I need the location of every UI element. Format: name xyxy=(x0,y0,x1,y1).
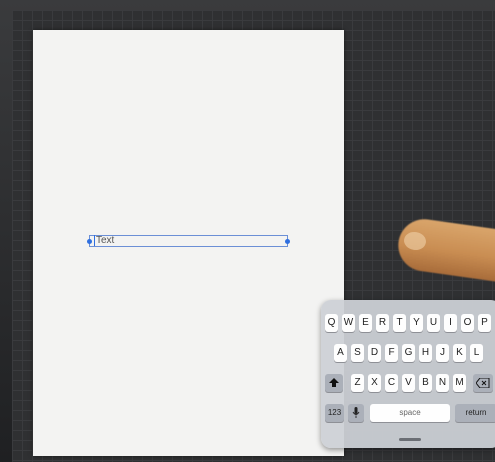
key-l[interactable]: L xyxy=(470,344,483,362)
key-c[interactable]: C xyxy=(385,374,398,392)
space-bar[interactable]: space xyxy=(370,404,450,422)
text-box-content[interactable]: Text xyxy=(96,235,114,247)
numbers-key[interactable]: 123 xyxy=(325,404,344,422)
right-resize-handle[interactable] xyxy=(285,239,290,244)
key-b[interactable]: B xyxy=(419,374,432,392)
keyboard-row-4: 123 space return xyxy=(321,404,495,422)
key-i[interactable]: I xyxy=(444,314,457,332)
key-q[interactable]: Q xyxy=(325,314,338,332)
key-s[interactable]: S xyxy=(351,344,364,362)
key-h[interactable]: H xyxy=(419,344,432,362)
keyboard-row-3: Z X C V B N M xyxy=(321,374,495,392)
key-y[interactable]: Y xyxy=(410,314,423,332)
delete-key[interactable] xyxy=(473,374,493,392)
key-e[interactable]: E xyxy=(359,314,372,332)
key-v[interactable]: V xyxy=(402,374,415,392)
text-box[interactable]: Text xyxy=(87,235,290,247)
delete-backspace-icon xyxy=(475,377,490,389)
left-resize-handle[interactable] xyxy=(87,239,92,244)
key-z[interactable]: Z xyxy=(351,374,364,392)
key-x[interactable]: X xyxy=(368,374,381,392)
key-w[interactable]: W xyxy=(342,314,355,332)
key-p[interactable]: P xyxy=(478,314,491,332)
key-d[interactable]: D xyxy=(368,344,381,362)
key-u[interactable]: U xyxy=(427,314,440,332)
key-r[interactable]: R xyxy=(376,314,389,332)
keyboard-row-1: Q W E R T Y U I O P xyxy=(321,314,495,332)
dictation-key[interactable] xyxy=(348,404,364,422)
key-t[interactable]: T xyxy=(393,314,406,332)
shift-key[interactable] xyxy=(325,374,343,392)
keyboard-drag-handle[interactable] xyxy=(399,438,421,441)
microphone-icon xyxy=(352,407,360,418)
key-j[interactable]: J xyxy=(436,344,449,362)
key-g[interactable]: G xyxy=(402,344,415,362)
key-o[interactable]: O xyxy=(461,314,474,332)
shift-arrow-icon xyxy=(329,378,339,387)
text-caret xyxy=(94,235,95,246)
key-f[interactable]: F xyxy=(385,344,398,362)
floating-keyboard[interactable]: Q W E R T Y U I O P A S D F G H J K L Z … xyxy=(321,300,495,448)
key-m[interactable]: M xyxy=(453,374,466,392)
return-key[interactable]: return xyxy=(455,404,495,422)
keyboard-row-2: A S D F G H J K L xyxy=(321,344,495,362)
key-k[interactable]: K xyxy=(453,344,466,362)
key-n[interactable]: N xyxy=(436,374,449,392)
key-a[interactable]: A xyxy=(334,344,347,362)
